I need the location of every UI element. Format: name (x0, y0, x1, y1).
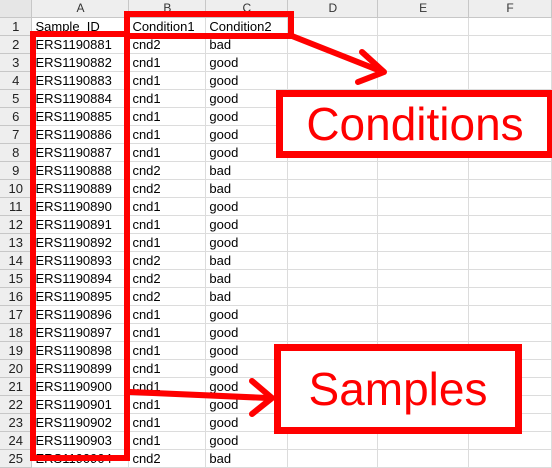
arrow-to-conditions (289, 33, 387, 85)
conditions-callout-label: Conditions (306, 98, 524, 150)
conditions-callout: Conditions (276, 90, 552, 158)
samples-callout-label: Samples (308, 363, 488, 415)
spreadsheet: A B C D E F 1 Sample_ID Condition1 Condi… (0, 0, 552, 468)
arrow-to-samples (127, 378, 275, 417)
samples-callout: Samples (274, 344, 522, 434)
